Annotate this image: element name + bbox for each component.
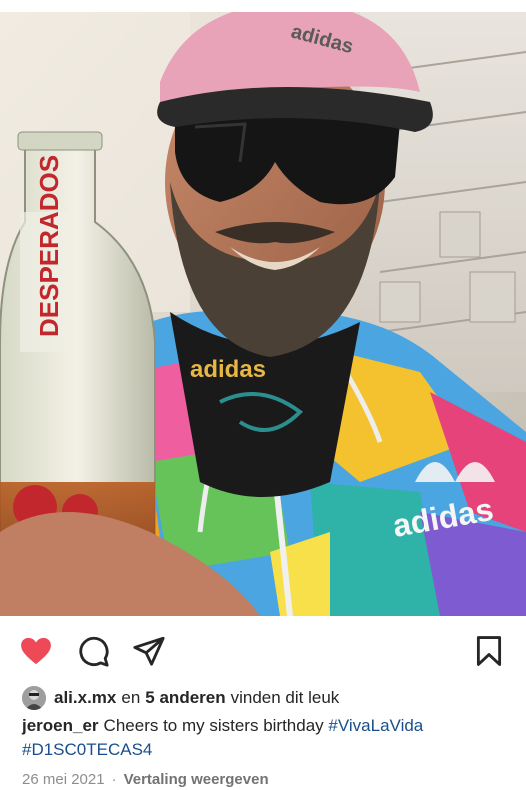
user-avatar-icon — [22, 686, 46, 710]
likes-suffix: vinden dit leuk — [230, 688, 340, 707]
post-date: 26 mei 2021 — [22, 770, 105, 788]
likes-summary: ali.x.mx en 5 anderen vinden dit leuk — [22, 685, 344, 711]
bottle-brand-text: DESPERADOS — [34, 155, 64, 337]
caption-username[interactable]: jeroen_er — [22, 716, 99, 735]
hashtag-link[interactable]: #VivaLaVida — [328, 716, 423, 735]
avatar[interactable] — [22, 686, 46, 710]
heart-filled-icon — [21, 637, 51, 665]
selfie-illustration: adidas adidas adidas DESPERADOS — [0, 12, 526, 616]
save-button[interactable] — [472, 634, 506, 668]
action-bar — [0, 628, 526, 674]
caption-text: Cheers to my sisters birthday — [103, 716, 324, 735]
likes-connector: en — [121, 688, 141, 707]
meta-separator: · — [111, 770, 117, 788]
translate-link[interactable]: Vertaling weergeven — [124, 771, 269, 788]
post-caption: jeroen_er Cheers to my sisters birthday #… — [22, 714, 512, 762]
bookmark-icon — [476, 636, 502, 666]
comment-icon — [79, 636, 109, 667]
paper-plane-icon — [133, 636, 165, 666]
instagram-post: adidas adidas adidas DESPERADOS ali.x.mx… — [0, 0, 526, 790]
share-button[interactable] — [132, 634, 166, 668]
post-photo[interactable]: adidas adidas adidas DESPERADOS — [0, 12, 526, 616]
collar-brand-text: adidas — [190, 356, 266, 383]
hashtag-link[interactable]: #D1SC0TECAS4 — [22, 740, 152, 759]
comment-button[interactable] — [76, 634, 110, 668]
like-button[interactable] — [19, 634, 53, 668]
likes-others-count[interactable]: 5 anderen — [145, 688, 225, 708]
post-meta: 26 mei 2021 · Vertaling weergeven — [22, 768, 269, 790]
liker-username[interactable]: ali.x.mx — [54, 688, 116, 708]
